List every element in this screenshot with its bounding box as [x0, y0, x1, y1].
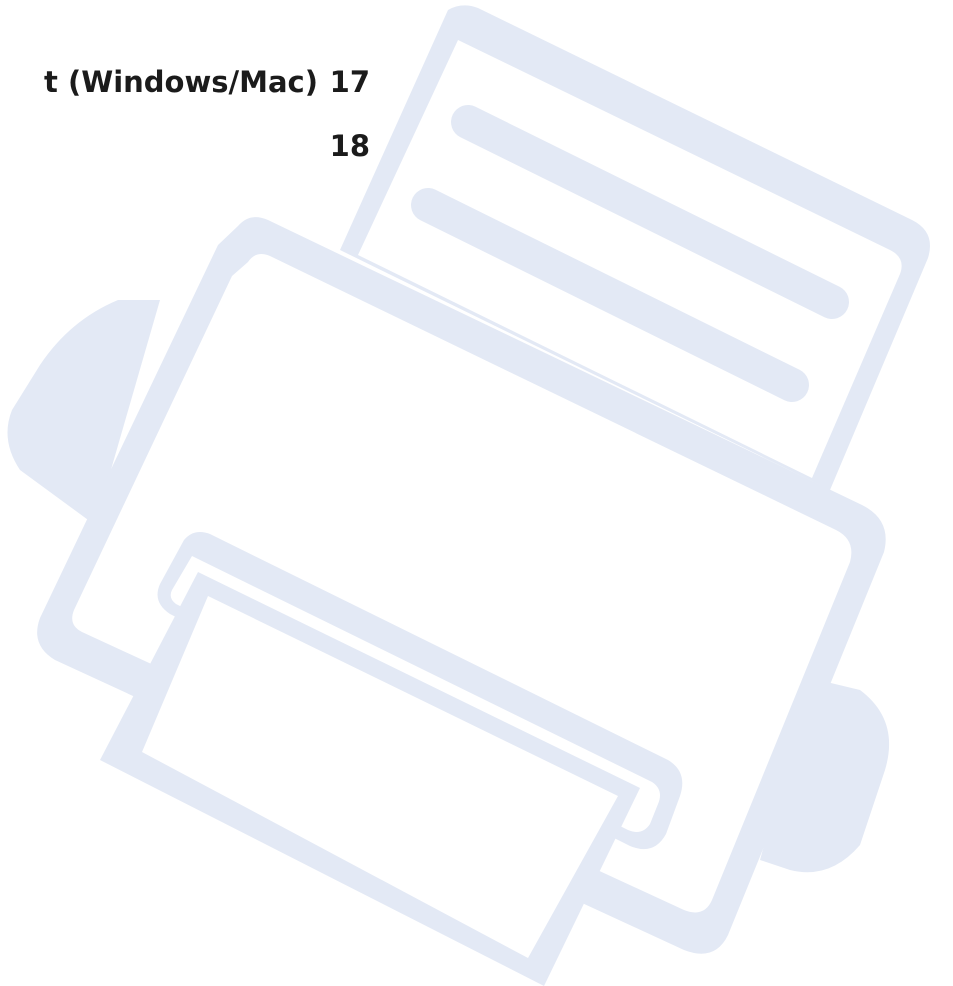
printer-icon: [7, 5, 930, 986]
document-page: t (Windows/Mac) 17 18: [0, 0, 953, 986]
